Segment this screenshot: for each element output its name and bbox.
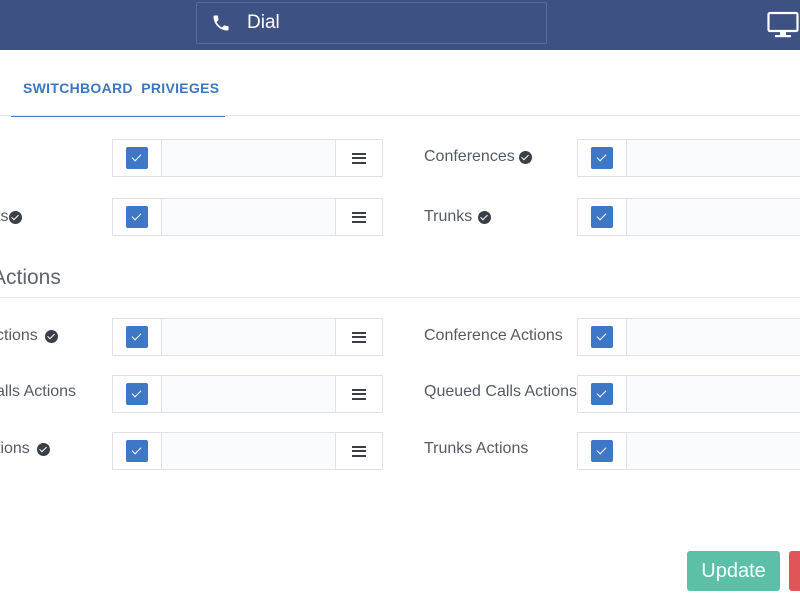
verified-icon <box>518 150 532 164</box>
verified-icon <box>478 210 492 224</box>
checkbox[interactable] <box>591 440 613 462</box>
list-icon <box>352 388 366 400</box>
row2-left-label: ts <box>0 205 23 229</box>
verified-icon <box>44 329 58 343</box>
list-button[interactable] <box>335 376 382 412</box>
list-icon <box>352 211 366 223</box>
checkbox[interactable] <box>591 383 613 405</box>
label-text: Queued Calls Actions <box>424 383 577 400</box>
privilege-group-trunks <box>577 198 800 236</box>
delete-button[interactable] <box>789 551 800 591</box>
checkbox[interactable] <box>591 326 613 348</box>
row3-left-label: ctions <box>0 324 58 348</box>
tab-label: SWITCHBOARD PRIVIEGES <box>23 80 220 96</box>
label-text: Trunks Actions <box>424 440 529 457</box>
action-group-row2-left <box>112 375 383 413</box>
list-icon <box>352 331 366 343</box>
action-group-conference-actions <box>577 318 800 356</box>
select-field[interactable] <box>627 199 800 235</box>
checkbox[interactable] <box>126 326 148 348</box>
label-text: tions <box>0 440 30 457</box>
checkbox[interactable] <box>126 206 148 228</box>
row4-left-label: alls Actions <box>0 380 76 404</box>
trunks-label: Trunks <box>424 205 492 229</box>
action-group-row3-left <box>112 432 383 470</box>
label-text: Trunks <box>424 208 473 225</box>
select-field[interactable] <box>627 319 800 355</box>
checkbox[interactable] <box>126 383 148 405</box>
tab-divider <box>0 115 800 116</box>
dial-button[interactable]: Dial <box>196 2 547 44</box>
checkbox[interactable] <box>126 147 148 169</box>
select-field[interactable] <box>627 140 800 176</box>
dial-label: Dial <box>247 12 280 33</box>
list-button[interactable] <box>335 319 382 355</box>
verified-icon <box>9 210 23 224</box>
list-icon <box>352 152 366 164</box>
list-button[interactable] <box>335 199 382 235</box>
update-button[interactable]: Update <box>687 551 780 591</box>
label-text: Conference Actions <box>424 327 563 344</box>
list-button[interactable] <box>335 140 382 176</box>
action-group-queued-calls-actions <box>577 375 800 413</box>
label-text: Conferences <box>424 148 515 165</box>
trunks-actions-label: Trunks Actions <box>424 437 528 461</box>
label-text: ctions <box>0 327 38 344</box>
action-group-row1-left <box>112 318 383 356</box>
phone-icon <box>213 15 229 31</box>
top-bar: Dial <box>0 0 800 50</box>
queued-calls-actions-label: Queued Calls Actions <box>424 380 577 404</box>
checkbox[interactable] <box>591 206 613 228</box>
label-text: alls Actions <box>0 383 77 400</box>
section-title-actions: Actions <box>0 266 61 289</box>
checkbox[interactable] <box>126 440 148 462</box>
privilege-group-row2-left <box>112 198 383 236</box>
conferences-label: Conferences <box>424 145 532 169</box>
privilege-group-row1-left <box>112 139 383 177</box>
checkbox[interactable] <box>591 147 613 169</box>
list-icon <box>352 445 366 457</box>
select-field[interactable] <box>162 376 335 412</box>
monitor-icon[interactable] <box>767 11 799 39</box>
action-group-trunks-actions <box>577 432 800 470</box>
conference-actions-label: Conference Actions <box>424 324 563 348</box>
verified-icon <box>36 442 50 456</box>
select-field[interactable] <box>627 376 800 412</box>
select-field[interactable] <box>162 140 335 176</box>
select-field[interactable] <box>162 433 335 469</box>
select-field[interactable] <box>162 319 335 355</box>
select-field[interactable] <box>162 199 335 235</box>
privilege-group-conferences <box>577 139 800 177</box>
row5-left-label: tions <box>0 437 50 461</box>
section-divider <box>0 297 800 298</box>
label-text: ts <box>0 208 9 225</box>
list-button[interactable] <box>335 433 382 469</box>
select-field[interactable] <box>627 433 800 469</box>
tab-switchboard-privileges[interactable]: SWITCHBOARD PRIVIEGES <box>11 72 225 117</box>
